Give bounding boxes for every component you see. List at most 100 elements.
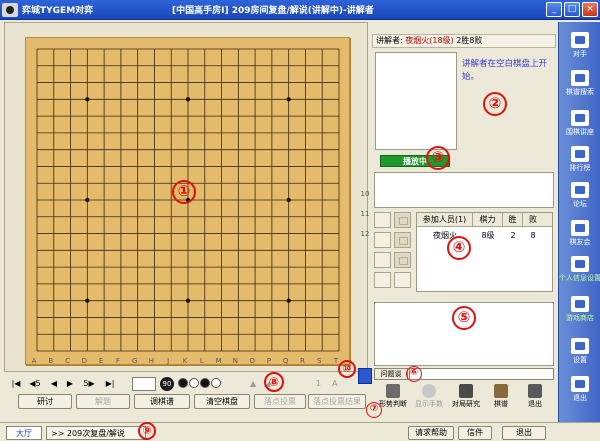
star-point	[286, 298, 291, 303]
action-bar: 形势判断 显示手数 对局研究 棋谱 退出	[376, 384, 552, 414]
back-5-button[interactable]: ◀5	[26, 378, 44, 390]
move-number-field[interactable]	[132, 377, 156, 391]
settings-icon	[571, 338, 589, 354]
sidebar-item-label: 个人信息设置	[559, 274, 600, 282]
forward-5-button[interactable]: 5▶	[80, 378, 98, 390]
sidebar-item-label: 围棋讲座	[566, 128, 594, 136]
tool-palette	[374, 212, 414, 292]
record-icon[interactable]	[374, 272, 391, 288]
exit-button[interactable]: 退出	[502, 426, 546, 440]
discuss-button[interactable]: 研讨	[18, 394, 72, 409]
col-rank[interactable]: 棋力	[473, 213, 503, 226]
column-label: S	[316, 357, 322, 365]
narrator-record: 2胜8败	[456, 36, 483, 45]
row-label: 12	[360, 230, 370, 238]
col-wins[interactable]: 胜	[503, 213, 523, 226]
sidebar-item[interactable]: 论坛	[559, 180, 600, 216]
sidebar-item[interactable]: 棋谱搜索	[559, 68, 600, 104]
help-request-button[interactable]: 请求帮助	[408, 426, 454, 440]
search-icon	[571, 70, 589, 86]
sidebar-item[interactable]: 棋友会	[559, 218, 600, 254]
sidebar-item[interactable]: 对手	[559, 30, 600, 66]
sidebar-item-label: 棋谱搜索	[566, 88, 594, 96]
letter-mark-button[interactable]: A	[332, 378, 337, 390]
column-label: L	[199, 357, 204, 365]
mail-button[interactable]: 信件	[458, 426, 492, 440]
load-kifu-button[interactable]: 调棋谱	[134, 394, 190, 409]
action-kifu[interactable]: 棋谱	[486, 384, 516, 414]
sidebar-item[interactable]: 排行榜	[559, 144, 600, 180]
column-label: M	[215, 357, 222, 365]
next-move-button[interactable]: ▶	[64, 378, 76, 390]
tab-lobby[interactable]: 大厅	[6, 426, 42, 440]
sidebar-item-label: 棋友会	[569, 238, 591, 246]
column-label: N	[232, 357, 238, 365]
star-point	[185, 298, 191, 303]
column-label: F	[115, 357, 120, 365]
col-losses[interactable]: 败	[523, 213, 543, 226]
column-label: D	[81, 357, 88, 365]
prev-move-button[interactable]: ◀	[48, 378, 60, 390]
row-coordinates: 10 11 12	[358, 30, 372, 370]
profile-icon	[571, 256, 589, 272]
rank-icon	[571, 146, 589, 162]
clear-board-button[interactable]: 清空棋盘	[194, 394, 250, 409]
white-stone-icon[interactable]	[211, 378, 221, 388]
tab-room[interactable]: >> 209次复盘/解说	[46, 426, 146, 440]
marker-10: ⑩	[338, 360, 356, 378]
marker-4: ④	[447, 236, 471, 260]
sidebar-item-label: 对手	[573, 50, 587, 58]
speaker-icon[interactable]	[394, 272, 411, 288]
commentary-box	[374, 172, 554, 208]
vote-button: 落点投票	[254, 394, 306, 409]
go-board-icon	[2, 2, 18, 17]
triangle-mark-icon[interactable]: ▲	[250, 378, 256, 390]
marker-1: ①	[172, 180, 196, 204]
column-label: A	[31, 357, 37, 365]
arrow-disabled-icon	[394, 232, 411, 248]
marker-6: ⑥	[406, 366, 422, 382]
sidebar-item[interactable]: 围棋讲座	[559, 108, 600, 144]
book-icon	[494, 384, 508, 398]
last-move-button[interactable]: ▶|	[102, 378, 118, 390]
sidebar-item-label: 排行榜	[569, 164, 591, 172]
col-participants[interactable]: 参加人员(1)	[417, 213, 473, 226]
column-label: K	[182, 357, 188, 365]
action-study[interactable]: 对局研究	[448, 384, 484, 414]
sidebar-item[interactable]: 游戏商店	[559, 294, 600, 330]
number-mark-button[interactable]: 1	[316, 378, 321, 390]
action-show-moves: 显示手数	[412, 384, 446, 414]
minimize-button[interactable]: _	[546, 2, 562, 17]
star-point	[85, 97, 90, 102]
chat-input[interactable]	[409, 368, 554, 380]
action-label: 棋谱	[494, 400, 508, 408]
narrator-name[interactable]: 夜烟火(18级)	[405, 36, 453, 45]
voice-icon[interactable]	[358, 368, 372, 384]
participant-row[interactable]: 夜烟火 8级 2 8	[417, 229, 552, 243]
hand-icon[interactable]	[374, 212, 391, 228]
maximize-button[interactable]: □	[564, 2, 580, 17]
action-exit[interactable]: 退出	[520, 384, 550, 414]
black-stone-icon[interactable]	[178, 378, 188, 388]
room-title: [中国高手房I] 209房间复盘/解说(讲解中)-讲解者	[172, 6, 374, 16]
marker-9: ⑨	[138, 422, 156, 440]
shop-icon	[571, 296, 589, 312]
sidebar-item[interactable]: 设置	[559, 336, 600, 372]
pen-disabled-icon	[394, 252, 411, 268]
hand-disabled-icon	[394, 212, 411, 228]
first-move-button[interactable]: |◀	[8, 378, 24, 390]
close-button[interactable]: ×	[582, 2, 598, 17]
hand-tool-icon[interactable]	[374, 232, 391, 248]
action-label: 显示手数	[415, 400, 443, 408]
white-stone-icon[interactable]	[189, 378, 199, 388]
chat-mode-button[interactable]: 问题谈	[374, 368, 408, 380]
app-window: 弈城TYGEM对弈 [中国高手房I] 209房间复盘/解说(讲解中)-讲解者 _…	[0, 0, 600, 441]
row-label: 10	[360, 190, 370, 198]
sidebar-item[interactable]: 个人信息设置	[559, 254, 600, 290]
pointer-icon[interactable]	[374, 252, 391, 268]
sidebar-item-label: 论坛	[573, 200, 587, 208]
column-label: O	[249, 357, 255, 365]
sidebar-item[interactable]: 退出	[559, 374, 600, 410]
black-stone-icon[interactable]	[200, 378, 210, 388]
window-controls: _ □ ×	[546, 2, 598, 17]
